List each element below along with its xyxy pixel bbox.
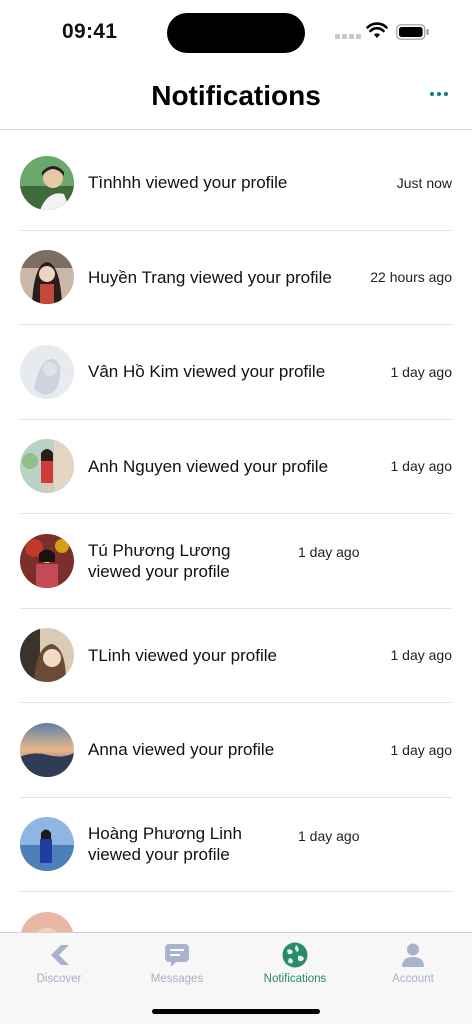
notification-item[interactable]: Tìnhhh viewed your profile Just now — [20, 136, 452, 231]
notification-item[interactable]: TLinh viewed your profile 1 day ago — [20, 609, 453, 703]
notifications-icon — [282, 942, 308, 968]
wifi-icon — [366, 22, 388, 38]
cellular-signal-icon — [335, 34, 361, 39]
avatar — [20, 250, 74, 305]
discover-icon — [51, 945, 69, 965]
avatar — [20, 155, 74, 210]
tab-notifications[interactable]: Notifications — [236, 941, 354, 985]
notification-time: 1 day ago — [390, 647, 453, 664]
notification-time: 1 day ago — [298, 544, 360, 560]
page-title: Notifications — [151, 80, 321, 111]
battery-icon — [396, 24, 429, 40]
more-options-icon[interactable] — [430, 92, 448, 96]
notification-item[interactable]: Tú Phương Lương viewed your profile 1 da… — [20, 514, 452, 609]
avatar — [20, 722, 74, 777]
notification-text: Huyền Trang viewed your profile — [88, 267, 332, 287]
notification-time: 1 day ago — [390, 741, 453, 758]
notification-time: Just now — [396, 174, 452, 191]
messages-icon — [165, 944, 189, 967]
avatar — [20, 533, 74, 588]
avatar — [20, 439, 74, 494]
notification-time: 1 day ago — [390, 458, 453, 475]
notification-text: Hoàng Phương Linh viewed your profile — [88, 824, 242, 865]
notification-text: TLinh viewed your profile — [88, 645, 277, 665]
dynamic-island — [167, 13, 305, 53]
notification-item[interactable] — [20, 892, 452, 932]
notification-item[interactable]: Huyền Trang viewed your profile 22 hours… — [20, 231, 452, 325]
tab-label: Notifications — [263, 973, 327, 985]
status-time: 09:41 — [62, 20, 118, 43]
tab-label: Discover — [36, 973, 82, 985]
avatar — [20, 817, 74, 872]
notification-time: 1 day ago — [298, 827, 360, 844]
notification-item[interactable]: Hoàng Phương Linh viewed your profile 1 … — [20, 798, 452, 892]
home-indicator — [152, 1009, 320, 1014]
tab-account[interactable]: Account — [354, 941, 472, 985]
notification-text: Vân Hồ Kim viewed your profile — [88, 362, 326, 382]
tab-discover[interactable]: Discover — [0, 941, 118, 985]
account-icon — [402, 943, 424, 967]
notification-item[interactable]: Anna viewed your profile 1 day ago — [20, 703, 452, 798]
notification-item[interactable]: Vân Hồ Kim viewed your profile 1 day ago — [20, 325, 452, 420]
tab-label: Account — [392, 973, 434, 985]
notification-item[interactable]: Anh Nguyen viewed your profile 1 day ago — [20, 420, 453, 514]
notification-text: Anh Nguyen viewed your profile — [88, 456, 329, 476]
notification-text: Anna viewed your profile — [88, 740, 275, 760]
notification-list[interactable]: Tìnhhh viewed your profile Just now Huyề… — [20, 136, 452, 932]
notification-time: 22 hours ago — [370, 269, 452, 286]
notification-text: Tú Phương Lương viewed your profile — [88, 540, 231, 581]
header: Notifications — [0, 62, 472, 130]
status-bar: 09:41 — [0, 0, 472, 62]
avatar — [20, 344, 74, 399]
avatar — [20, 911, 74, 932]
notification-text: Tìnhhh viewed your profile — [88, 173, 288, 193]
avatar — [20, 628, 74, 683]
notification-time: 1 day ago — [390, 363, 453, 380]
tab-label: Messages — [150, 973, 204, 985]
tab-messages[interactable]: Messages — [118, 941, 236, 985]
